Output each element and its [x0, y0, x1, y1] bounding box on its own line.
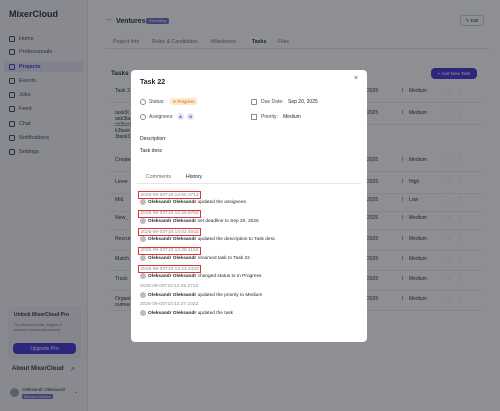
history-timestamp: 2025-09-03T10:14:36.878Z [138, 209, 202, 218]
priority-value[interactable]: Medium [283, 114, 301, 120]
history-message: Oleksandr Oleksandr updated the assignee… [148, 200, 246, 205]
avatar [140, 217, 146, 224]
history-user: Oleksandr Oleksandr [148, 255, 197, 261]
history-timestamp: 2025-09-03T10:14:55.371Z [138, 191, 202, 199]
description-label: Description: [140, 136, 167, 142]
people-icon [140, 114, 146, 120]
assignees-label: Assignees: [149, 114, 174, 120]
calendar-icon [251, 99, 257, 105]
history-timestamp: 2025-09-03T10:14:02.404Z [138, 228, 202, 236]
due-date-value[interactable]: Sep 20, 2025 [288, 99, 318, 105]
history-text: renamed task to Task 22 [197, 255, 250, 261]
history-message: Oleksandr Oleksandr set deadline to Sep … [148, 219, 259, 224]
avatar [140, 273, 146, 279]
history-text: updated the description to Task desc [197, 237, 276, 242]
app-window: MixerCloud Home Professionals Projects E… [0, 0, 500, 411]
status-icon [140, 99, 146, 105]
avatar [140, 199, 146, 205]
description-value: Task desc [140, 148, 163, 154]
history-user: Oleksandr Oleksandr [148, 292, 197, 298]
history-timestamp: 2025-09-03T10:12:27.102Z [140, 302, 199, 307]
history-timestamp: 2025-09-03T10:12:45.271Z [140, 283, 199, 289]
history-text: updated the assignees [197, 200, 246, 205]
history-timestamp: 2025-09-03T10:13:38.115Z [138, 246, 202, 255]
due-date-label: Due Date: [261, 99, 284, 105]
history-message: Oleksandr Oleksandr changed status to In… [148, 274, 261, 279]
history-text: updated the task [197, 311, 234, 316]
priority-label: Priority: [261, 114, 278, 120]
status-label: Status: [149, 99, 165, 105]
history-user: Oleksandr Oleksandr [148, 218, 197, 224]
history-timestamp: 2025-09-03T10:13:24.232Z [138, 265, 202, 273]
tab-comments[interactable]: Comments [146, 174, 171, 180]
flag-icon [251, 114, 257, 120]
history-user: Oleksandr Oleksandr [148, 200, 197, 205]
modal-title: Task 22 [140, 79, 166, 86]
history-text: updated the priority to Medium [197, 292, 263, 298]
avatar [140, 236, 146, 242]
history-user: Oleksandr Oleksandr [148, 311, 197, 316]
history-text: changed status to In Progress [197, 274, 262, 279]
avatar [140, 291, 146, 298]
modal-tabs-divider [137, 183, 361, 184]
assignee-avatar[interactable]: O [187, 113, 194, 120]
history-message: Oleksandr Oleksandr updated the task [148, 311, 233, 316]
history-message: Oleksandr Oleksandr updated the priority… [148, 293, 262, 298]
status-badge[interactable]: In Progress [170, 98, 198, 105]
close-icon[interactable]: × [354, 75, 358, 82]
history-user: Oleksandr Oleksandr [148, 237, 197, 242]
history-user: Oleksandr Oleksandr [148, 274, 197, 279]
history-message: Oleksandr Oleksandr updated the descript… [148, 237, 275, 242]
history-text: set deadline to Sep 20, 2025 [197, 218, 259, 224]
avatar [140, 310, 146, 316]
avatar [140, 254, 146, 261]
history-message: Oleksandr Oleksandr renamed task to Task… [148, 256, 250, 261]
assignee-avatar[interactable]: A [177, 113, 184, 120]
task-detail-modal: Task 22 × Status: In Progress Due Date: … [131, 70, 367, 342]
